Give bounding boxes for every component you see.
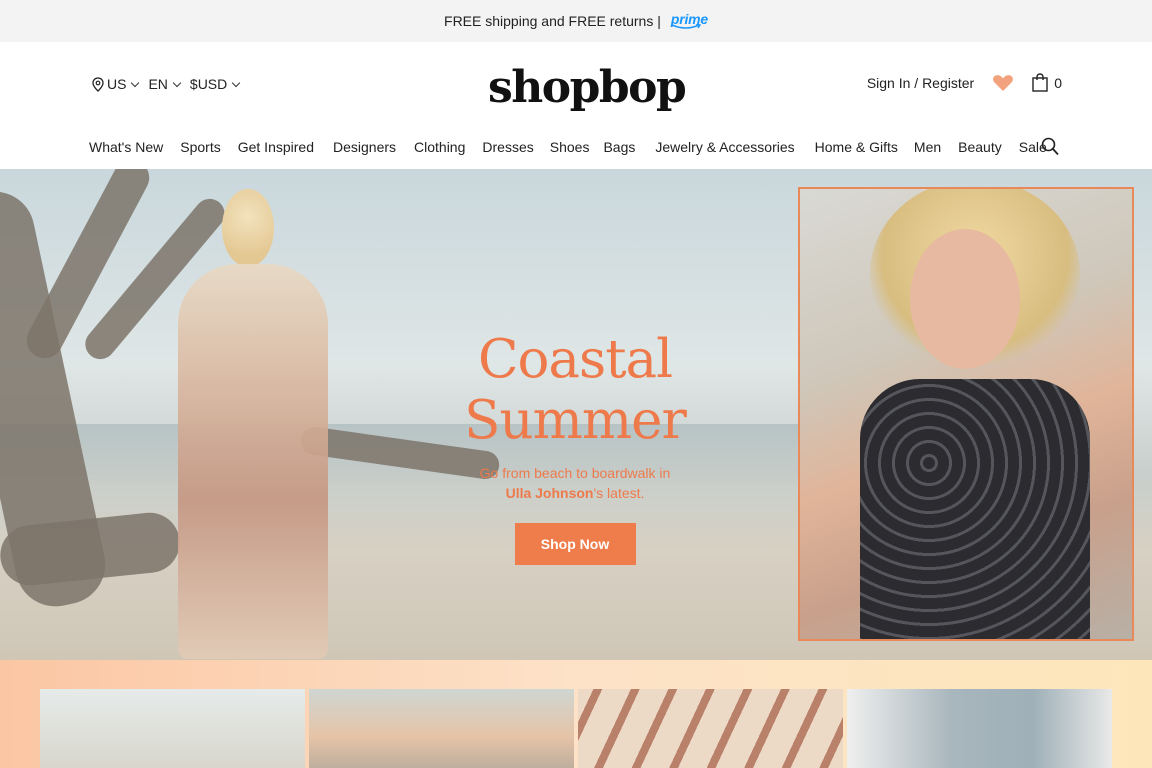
hero-portrait-image[interactable] xyxy=(798,187,1134,641)
nav-item-jewelry-accessories[interactable]: Jewelry & Accessories xyxy=(655,139,794,155)
product-thumbnail-strip xyxy=(0,660,1152,768)
shopping-bag-button[interactable]: 0 xyxy=(1032,73,1062,92)
shopping-bag-icon xyxy=(1032,73,1048,92)
search-icon xyxy=(1041,137,1059,156)
promo-bar: FREE shipping and FREE returns | prime xyxy=(0,0,1152,42)
thumbnail-image[interactable] xyxy=(309,689,574,768)
shop-now-button[interactable]: Shop Now xyxy=(514,523,636,565)
chevron-down-icon xyxy=(131,78,140,87)
heart-icon[interactable] xyxy=(992,74,1014,92)
country-selector[interactable]: US xyxy=(92,76,140,92)
nav-item-get-inspired[interactable]: Get Inspired xyxy=(238,139,314,155)
site-logo[interactable]: shopbop xyxy=(488,62,687,113)
location-pin-icon xyxy=(92,76,104,92)
hero-text-block: Coastal Summer Go from beach to boardwal… xyxy=(360,329,790,565)
model-head xyxy=(222,189,274,267)
chevron-down-icon xyxy=(172,78,182,87)
hero-subtitle-line1: Go from beach to boardwalk in xyxy=(479,465,671,481)
account-area: Sign In / Register 0 xyxy=(867,73,1062,92)
main-nav: What's New Sports Get Inspired Designers… xyxy=(89,137,1064,157)
nav-item-men[interactable]: Men xyxy=(914,139,941,155)
search-button[interactable] xyxy=(1041,137,1059,161)
country-label: US xyxy=(107,76,127,92)
nav-item-dresses[interactable]: Dresses xyxy=(482,139,533,155)
promo-text: FREE shipping and FREE returns | xyxy=(444,13,661,29)
portrait-face xyxy=(910,229,1020,369)
chevron-down-icon xyxy=(232,78,241,87)
prime-logo[interactable]: prime xyxy=(671,12,708,30)
nav-item-beauty[interactable]: Beauty xyxy=(958,139,1002,155)
locale-selector: US EN $USD xyxy=(92,76,241,92)
currency-label: $USD xyxy=(189,76,228,92)
currency-selector[interactable]: $USD xyxy=(189,76,241,92)
hero-subtitle-line2: Ulla Johnson's latest. xyxy=(360,483,790,503)
hero-title: Coastal Summer xyxy=(464,329,687,451)
prime-smile-icon xyxy=(671,24,701,29)
nav-item-home-gifts[interactable]: Home & Gifts xyxy=(815,139,898,155)
hero-subtitle-suffix: 's latest. xyxy=(593,485,645,501)
language-label: EN xyxy=(148,76,168,92)
hero-banner[interactable]: Coastal Summer Go from beach to boardwal… xyxy=(0,169,1152,660)
thumbnail-image[interactable] xyxy=(578,689,843,768)
portrait-floral-top xyxy=(860,379,1090,639)
hero-subtitle: Go from beach to boardwalk in Ulla Johns… xyxy=(360,463,790,503)
hero-brand-name[interactable]: Ulla Johnson xyxy=(506,485,594,501)
language-selector[interactable]: EN xyxy=(148,76,182,92)
thumbnail-image[interactable] xyxy=(847,689,1112,768)
bag-count: 0 xyxy=(1054,74,1062,91)
site-header: US EN $USD shopbop Sign In / Register 0 xyxy=(0,42,1152,126)
nav-item-shoes[interactable]: Shoes xyxy=(550,139,590,155)
nav-item-designers[interactable]: Designers xyxy=(333,139,396,155)
nav-item-sports[interactable]: Sports xyxy=(180,139,220,155)
nav-item-whats-new[interactable]: What's New xyxy=(89,139,163,155)
model-in-dress xyxy=(178,264,328,659)
nav-item-bags[interactable]: Bags xyxy=(603,139,635,155)
sign-in-link[interactable]: Sign In / Register xyxy=(867,75,974,91)
nav-item-clothing[interactable]: Clothing xyxy=(414,139,465,155)
thumbnail-image[interactable] xyxy=(40,689,305,768)
